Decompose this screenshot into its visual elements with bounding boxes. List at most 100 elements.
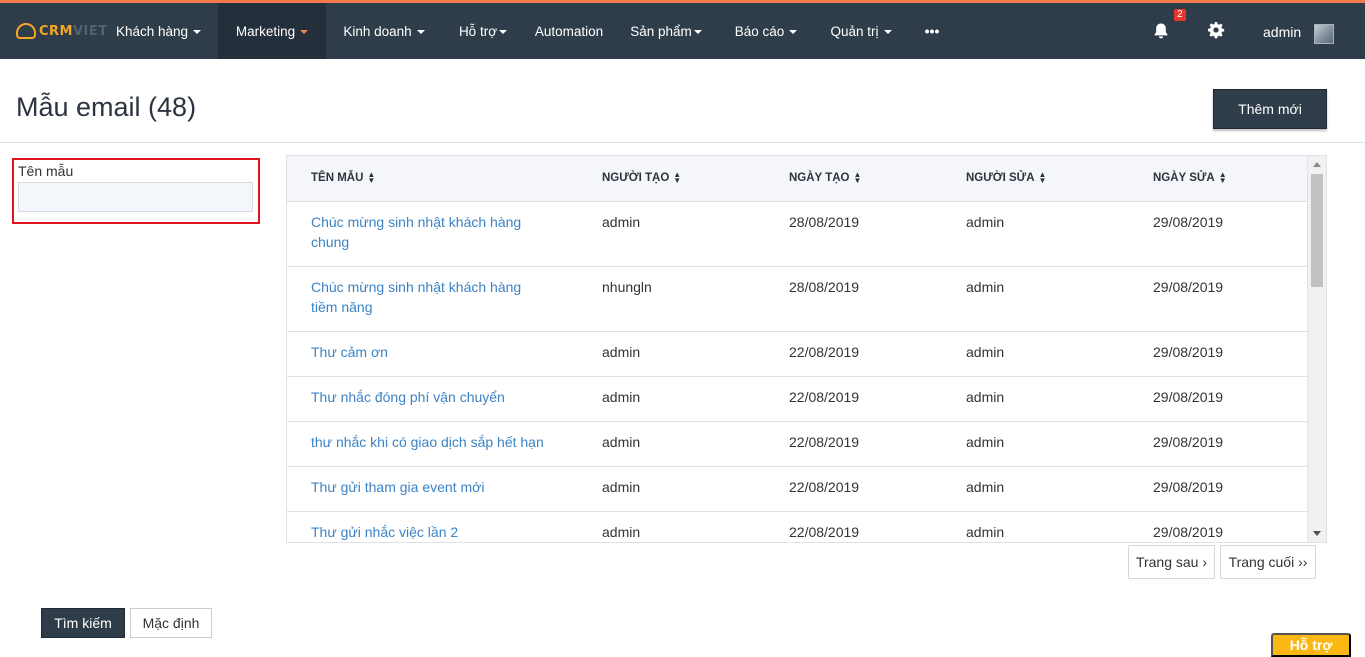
edited-date-cell: 29/08/2019 bbox=[1153, 344, 1224, 360]
column-header-created-date[interactable]: NGÀY TẠO ▲ ▼ bbox=[789, 170, 862, 185]
logo-text: CRMVIET bbox=[39, 23, 108, 39]
creator-cell: admin bbox=[602, 344, 641, 360]
nav-item-more[interactable]: ••• bbox=[917, 3, 947, 59]
created-date-cell: 28/08/2019 bbox=[789, 214, 860, 230]
template-name-input[interactable] bbox=[18, 182, 253, 212]
scroll-up-arrow-icon[interactable] bbox=[1313, 162, 1321, 167]
table-row: Chúc mừng sinh nhật khách hàng tiềm năng… bbox=[287, 267, 1308, 332]
table-row: Thư nhắc đóng phí vận chuyển admin 22/08… bbox=[287, 377, 1308, 422]
nav-item-label: Kinh doanh bbox=[343, 23, 412, 39]
edited-date-cell: 29/08/2019 bbox=[1153, 479, 1224, 495]
nav-item-label: Khách hàng bbox=[115, 23, 189, 39]
nav-item-label: Hỗ trợ bbox=[458, 23, 498, 39]
created-date-cell: 22/08/2019 bbox=[789, 434, 860, 450]
template-name-link[interactable]: Chúc mừng sinh nhật khách hàng tiềm năng bbox=[311, 277, 551, 317]
edited-date-cell: 29/08/2019 bbox=[1153, 434, 1224, 450]
page-title: Mẫu email (48) bbox=[16, 92, 197, 122]
user-avatar[interactable] bbox=[1314, 24, 1334, 44]
gear-icon[interactable] bbox=[1207, 21, 1225, 39]
table-row: Thư cảm ơn admin 22/08/2019 admin 29/08/… bbox=[287, 332, 1308, 377]
editor-cell: admin bbox=[966, 434, 1005, 450]
editor-cell: admin bbox=[966, 479, 1005, 495]
template-name-link[interactable]: thư nhắc khi có giao dịch sắp hết hạn bbox=[311, 432, 571, 452]
header-divider bbox=[0, 142, 1365, 143]
notification-badge: 2 bbox=[1174, 9, 1186, 21]
editor-cell: admin bbox=[966, 389, 1005, 405]
next-page-button[interactable]: Trang sau › bbox=[1128, 545, 1215, 579]
sort-icon: ▲ ▼ bbox=[673, 170, 682, 185]
template-name-label: Tên mẫu bbox=[18, 163, 74, 179]
chevron-down-icon bbox=[499, 30, 508, 34]
creator-cell: admin bbox=[602, 214, 641, 230]
table-row: thư nhắc khi có giao dịch sắp hết hạn ad… bbox=[287, 422, 1308, 467]
nav-item-label: Quản trị bbox=[830, 23, 879, 39]
nav-item-quan-tri[interactable]: Quản trị bbox=[820, 3, 902, 59]
nav-item-automation[interactable]: Automation bbox=[527, 3, 611, 59]
chevron-down-icon bbox=[693, 30, 702, 34]
chevron-down-icon bbox=[193, 30, 202, 34]
created-date-cell: 22/08/2019 bbox=[789, 344, 860, 360]
template-name-link[interactable]: Thư gửi nhắc việc lần 2 bbox=[311, 522, 551, 542]
add-new-button[interactable]: Thêm mới bbox=[1213, 89, 1327, 129]
editor-cell: admin bbox=[966, 214, 1005, 230]
creator-cell: admin bbox=[602, 479, 641, 495]
chevron-down-icon bbox=[789, 30, 798, 34]
created-date-cell: 22/08/2019 bbox=[789, 389, 860, 405]
sort-icon: ▲ ▼ bbox=[367, 170, 376, 185]
column-header-edited-date[interactable]: NGÀY SỬA ▲ ▼ bbox=[1153, 170, 1227, 185]
table-header: TÊN MẪU ▲ ▼ NGƯỜI TẠO ▲ ▼ NGÀY TẠO ▲ ▼ NGƯỜI S… bbox=[287, 156, 1308, 202]
scroll-down-arrow-icon[interactable] bbox=[1313, 531, 1321, 536]
creator-cell: admin bbox=[602, 434, 641, 450]
editor-cell: admin bbox=[966, 344, 1005, 360]
created-date-cell: 22/08/2019 bbox=[789, 479, 860, 495]
nav-item-khach-hang[interactable]: Khách hàng bbox=[105, 3, 212, 59]
table-scrollbar[interactable] bbox=[1307, 156, 1326, 542]
nav-item-label: Sản phẩm bbox=[630, 23, 692, 39]
nav-item-san-pham[interactable]: Sản phẩm bbox=[622, 3, 710, 59]
email-template-table: TÊN MẪU ▲ ▼ NGƯỜI TẠO ▲ ▼ NGÀY TẠO ▲ ▼ NGƯỜI S… bbox=[286, 155, 1327, 543]
creator-cell: admin bbox=[602, 389, 641, 405]
editor-cell: admin bbox=[966, 279, 1005, 295]
table-row: Thư gửi nhắc việc lần 2 admin 22/08/2019… bbox=[287, 512, 1308, 542]
template-name-link[interactable]: Thư cảm ơn bbox=[311, 342, 551, 362]
edited-date-cell: 29/08/2019 bbox=[1153, 279, 1224, 295]
more-icon: ••• bbox=[924, 23, 940, 39]
logo-mark-icon bbox=[16, 23, 36, 39]
sort-icon: ▲ ▼ bbox=[853, 170, 862, 185]
edited-date-cell: 29/08/2019 bbox=[1153, 389, 1224, 405]
template-name-link[interactable]: Chúc mừng sinh nhật khách hàng chung bbox=[311, 212, 551, 252]
table-row: Thư gửi tham gia event mới admin 22/08/2… bbox=[287, 467, 1308, 512]
column-header-editor[interactable]: NGƯỜI SỬA ▲ ▼ bbox=[966, 170, 1047, 185]
edited-date-cell: 29/08/2019 bbox=[1153, 214, 1224, 230]
chevron-down-icon bbox=[883, 30, 892, 34]
last-page-button[interactable]: Trang cuối ›› bbox=[1220, 545, 1316, 579]
reset-default-button[interactable]: Mặc định bbox=[130, 608, 212, 638]
chevron-down-icon bbox=[300, 30, 309, 34]
created-date-cell: 28/08/2019 bbox=[789, 279, 860, 295]
bell-icon[interactable] bbox=[1152, 22, 1170, 40]
nav-item-kinh-doanh[interactable]: Kinh doanh bbox=[332, 3, 436, 59]
nav-item-label: Automation bbox=[534, 23, 604, 39]
template-name-link[interactable]: Thư nhắc đóng phí vận chuyển bbox=[311, 387, 551, 407]
editor-cell: admin bbox=[966, 524, 1005, 540]
search-button[interactable]: Tìm kiếm bbox=[41, 608, 125, 638]
creator-cell: nhungln bbox=[602, 279, 652, 295]
nav-item-ho-tro[interactable]: Hỗ trợ bbox=[449, 3, 517, 59]
nav-item-label: Marketing bbox=[235, 23, 296, 39]
column-header-creator[interactable]: NGƯỜI TẠO ▲ ▼ bbox=[602, 170, 682, 185]
chevron-down-icon bbox=[416, 30, 425, 34]
nav-item-bao-cao[interactable]: Báo cáo bbox=[724, 3, 808, 59]
scroll-thumb[interactable] bbox=[1311, 174, 1323, 287]
edited-date-cell: 29/08/2019 bbox=[1153, 524, 1224, 540]
crmviet-logo[interactable]: CRMVIET bbox=[16, 19, 108, 43]
user-name[interactable]: admin bbox=[1263, 24, 1301, 40]
column-header-name[interactable]: TÊN MẪU ▲ ▼ bbox=[311, 170, 376, 185]
creator-cell: admin bbox=[602, 524, 641, 540]
nav-item-marketing[interactable]: Marketing bbox=[218, 3, 326, 59]
nav-item-label: Báo cáo bbox=[734, 23, 785, 39]
help-button[interactable]: Hỗ trợ bbox=[1271, 633, 1351, 657]
sort-icon: ▲ ▼ bbox=[1038, 170, 1047, 185]
sort-icon: ▲ ▼ bbox=[1218, 170, 1227, 185]
template-name-link[interactable]: Thư gửi tham gia event mới bbox=[311, 477, 551, 497]
created-date-cell: 22/08/2019 bbox=[789, 524, 860, 540]
